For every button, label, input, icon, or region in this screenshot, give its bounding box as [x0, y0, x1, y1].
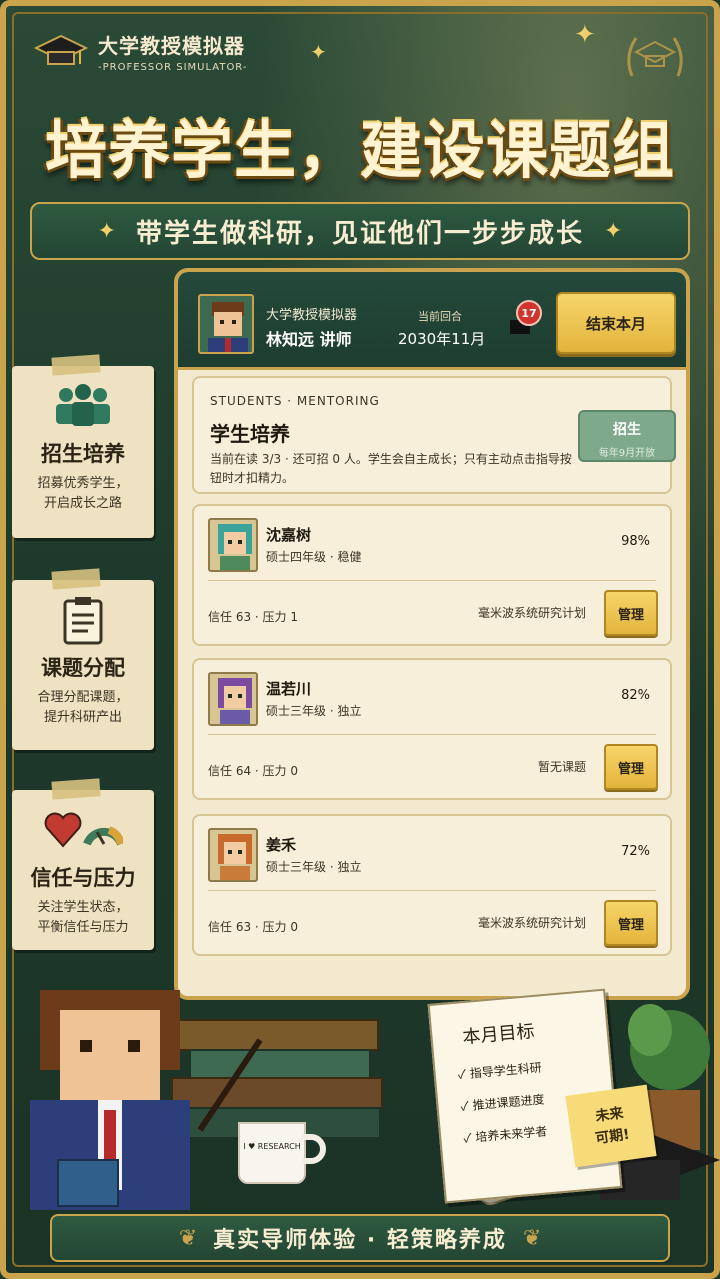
divider — [208, 890, 656, 891]
student-name: 温若川 — [266, 680, 312, 698]
tagline-text: 带学生做科研，见证他们一步步成长 — [135, 218, 584, 249]
feature-card-trust: 信任与压力 关注学生状态， 平衡信任与压力 — [12, 778, 154, 950]
feature-desc: 合理分配课题， 提升科研产出 — [18, 688, 148, 728]
divider — [208, 734, 656, 735]
feature-desc-line: 关注学生状态， — [37, 900, 129, 915]
tape-decoration — [51, 568, 101, 590]
student-stats: 信任 64 · 压力 0 — [208, 764, 298, 778]
student-card: 姜禾 硕士三年级 · 独立 72% 信任 63 · 压力 0 毫米波系统研究计划… — [192, 814, 672, 956]
recruit-label: 招生 — [613, 422, 641, 438]
student-avatar — [208, 828, 258, 882]
feature-desc: 招募优秀学生， 开启成长之路 — [18, 474, 148, 514]
star-icon: ✦ — [97, 218, 116, 244]
research-mug: I ♥ RESEARCH — [238, 1122, 306, 1184]
end-month-button[interactable]: 结束本月 — [556, 292, 676, 354]
student-stats: 信任 63 · 压力 0 — [208, 920, 298, 934]
student-project: 毫米波系统研究计划 — [477, 916, 586, 930]
headline: 培养学生，建设课题组 — [44, 114, 675, 187]
student-project: 暂无课题 — [537, 760, 586, 774]
graduation-cap-icon — [33, 32, 89, 72]
game-name-label: 大学教授模拟器 — [266, 308, 358, 323]
footer-banner: ❦ 真实导师体验 · 轻策略养成 ❦ — [50, 1214, 670, 1262]
student-info: 硕士三年级 · 独立 — [266, 860, 362, 874]
laurel-icon: ❦ — [178, 1225, 198, 1251]
sparkle-icon: ✦ — [310, 40, 327, 64]
student-progress: 82% — [621, 688, 650, 703]
game-panel: 大学教授模拟器 林知远 讲师 当前回合 2030年11月 17 结束本月 STU… — [174, 268, 690, 1000]
feature-desc-line: 平衡信任与压力 — [37, 920, 129, 935]
heart-gauge-icon — [18, 804, 148, 856]
student-card: 沈嘉树 硕士四年级 · 稳健 98% 信任 63 · 压力 1 毫米波系统研究计… — [192, 504, 672, 646]
sticky-note: 未来 可期! — [565, 1084, 657, 1168]
section-kicker: STUDENTS · MENTORING — [210, 394, 380, 408]
section-description: 当前在读 3/3 · 还可招 0 人。学生会自主成长；只有主动点击指导按钮时才扣… — [210, 452, 572, 485]
students-group-icon — [18, 380, 148, 432]
feature-desc: 关注学生状态， 平衡信任与压力 — [18, 898, 148, 938]
feature-desc-line: 提升科研产出 — [43, 710, 122, 725]
round-value: 2030年11月 — [398, 330, 486, 348]
sparkle-icon: ✦ — [574, 20, 596, 50]
tagline-ribbon: ✦ 带学生做科研，见证他们一步步成长 ✦ — [30, 202, 690, 260]
feature-title: 信任与压力 — [30, 866, 136, 890]
student-info: 硕士四年级 · 稳健 — [266, 550, 362, 564]
student-progress: 98% — [621, 534, 650, 549]
feature-title: 课题分配 — [41, 656, 125, 680]
game-topbar: 大学教授模拟器 林知远 讲师 当前回合 2030年11月 17 结束本月 — [178, 272, 686, 370]
student-avatar — [208, 672, 258, 726]
goal-item: ✓ 推进课题进度 — [460, 1092, 545, 1114]
notebook-title: 本月目标 — [461, 1020, 536, 1049]
laurel-icon: ❦ — [522, 1225, 542, 1251]
manage-button[interactable]: 管理 — [604, 744, 658, 790]
feature-title: 招生培养 — [41, 442, 125, 466]
divider — [208, 580, 656, 581]
mail-count-badge: 17 — [516, 300, 542, 326]
student-name: 沈嘉树 — [266, 526, 312, 544]
tape-decoration — [51, 354, 101, 376]
feature-desc-line: 招募优秀学生， — [37, 476, 129, 491]
feature-card-topics: 课题分配 合理分配课题， 提升科研产出 — [12, 568, 154, 750]
footer-text: 真实导师体验 · 轻策略养成 — [213, 1228, 507, 1253]
feature-desc-line: 合理分配课题， — [37, 690, 129, 705]
brand-title: 大学教授模拟器 — [98, 34, 245, 58]
student-stats: 信任 63 · 压力 1 — [208, 610, 298, 624]
star-icon: ✦ — [604, 218, 623, 244]
student-info: 硕士三年级 · 独立 — [266, 704, 362, 718]
mentoring-section: STUDENTS · MENTORING 学生培养 当前在读 3/3 · 还可招… — [192, 376, 676, 494]
section-title: 学生培养 — [210, 422, 290, 446]
brand-subtitle: -PROFESSOR SIMULATOR- — [98, 62, 248, 73]
tape-decoration — [51, 778, 101, 800]
player-avatar — [198, 294, 254, 354]
round-label: 当前回合 — [418, 310, 462, 323]
manage-button[interactable]: 管理 — [604, 590, 658, 636]
student-project: 毫米波系统研究计划 — [477, 606, 586, 620]
brand-logo: 大学教授模拟器 -PROFESSOR SIMULATOR- — [33, 30, 248, 73]
feature-card-recruit: 招生培养 招募优秀学生， 开启成长之路 — [12, 354, 154, 538]
student-name: 姜禾 — [266, 836, 297, 854]
manage-button[interactable]: 管理 — [604, 900, 658, 946]
feature-desc-line: 开启成长之路 — [43, 496, 122, 511]
laurel-cap-seal-icon — [620, 26, 690, 88]
recruit-note: 每年9月开放 — [598, 448, 656, 459]
recruit-button[interactable]: 招生 每年9月开放 — [578, 410, 676, 462]
student-avatar — [208, 518, 258, 572]
goal-item: ✓ 指导学生科研 — [457, 1060, 543, 1082]
player-name: 林知远 讲师 — [266, 330, 352, 349]
goal-item: ✓ 培养未来学者 — [462, 1124, 548, 1146]
student-progress: 72% — [621, 844, 650, 859]
student-card: 温若川 硕士三年级 · 独立 82% 信任 64 · 压力 0 暂无课题 管理 — [192, 658, 672, 800]
clipboard-icon — [18, 594, 148, 646]
